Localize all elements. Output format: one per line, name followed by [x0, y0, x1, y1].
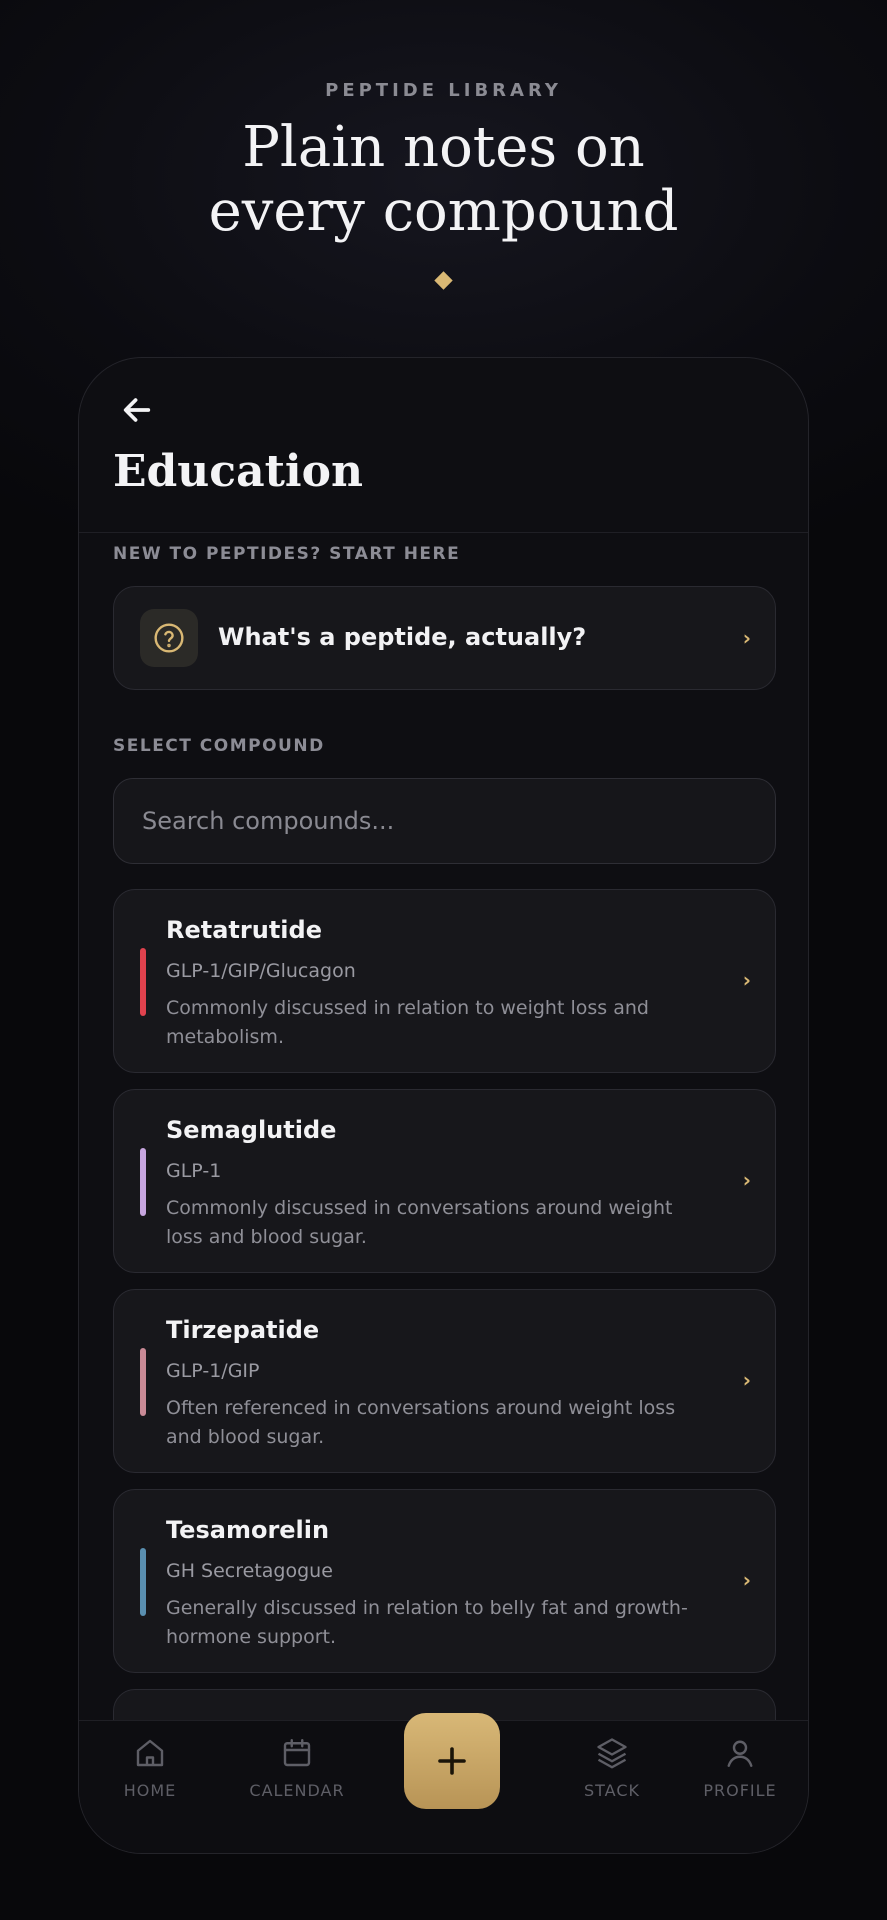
- nav-profile-label: PROFILE: [703, 1781, 777, 1800]
- bottom-nav: HOME CALENDAR STACK PROFILE: [79, 1713, 808, 1853]
- compound-name: Tirzepatide: [166, 1316, 320, 1344]
- compound-card-tesamorelin[interactable]: Tesamorelin GH Secretagogue Generally di…: [113, 1489, 776, 1673]
- back-button[interactable]: [117, 390, 157, 430]
- hero-headline: Plain notes on every compound: [0, 116, 887, 244]
- hero-headline-line-2: every compound: [208, 179, 679, 244]
- user-icon: [727, 1740, 753, 1767]
- compound-description: Often referenced in conversations around…: [166, 1397, 676, 1448]
- chevron-right-icon: ›: [742, 1568, 751, 1592]
- page-title: Education: [113, 446, 363, 497]
- hero-headline-line-1: Plain notes on: [242, 115, 645, 180]
- compound-card-tirzepatide[interactable]: Tirzepatide GLP-1/GIP Often referenced i…: [113, 1289, 776, 1473]
- nav-calendar-label: CALENDAR: [249, 1781, 345, 1800]
- compound-class: GH Secretagogue: [166, 1560, 333, 1582]
- phone-frame: Education NEW TO PEPTIDES? START HERE Wh…: [78, 357, 809, 1854]
- plus-icon: [438, 1747, 466, 1775]
- search-input[interactable]: [113, 778, 776, 864]
- add-button[interactable]: [404, 1713, 500, 1809]
- compound-name: Retatrutide: [166, 916, 322, 944]
- compound-class: GLP-1: [166, 1160, 222, 1182]
- chevron-right-icon: ›: [742, 626, 751, 650]
- compound-class: GLP-1/GIP: [166, 1360, 260, 1382]
- compound-description: Commonly discussed in conversations arou…: [166, 1197, 673, 1248]
- accent-bar: [140, 1548, 146, 1616]
- layers-icon: [597, 1738, 627, 1769]
- diamond-ornament-icon: [434, 271, 453, 290]
- compound-card-retatrutide[interactable]: Retatrutide GLP-1/GIP/Glucagon Commonly …: [113, 889, 776, 1073]
- nav-calendar[interactable]: CALENDAR: [232, 1721, 362, 1841]
- intro-card[interactable]: What's a peptide, actually? ›: [113, 586, 776, 690]
- nav-home-label: HOME: [123, 1781, 177, 1800]
- arrow-left-icon: [123, 398, 151, 422]
- intro-card-text: What's a peptide, actually?: [218, 623, 587, 651]
- nav-home[interactable]: HOME: [85, 1721, 215, 1841]
- accent-bar: [140, 1148, 146, 1216]
- home-icon: [136, 1739, 164, 1767]
- nav-stack-label: STACK: [583, 1781, 640, 1800]
- calendar-icon: [283, 1739, 311, 1767]
- compound-description: Generally discussed in relation to belly…: [166, 1597, 688, 1648]
- header-divider: [79, 532, 808, 533]
- compound-description: Commonly discussed in relation to weight…: [166, 997, 649, 1048]
- accent-bar: [140, 1348, 146, 1416]
- hero-eyebrow: PEPTIDE LIBRARY: [325, 80, 562, 101]
- question-circle-icon: [140, 609, 198, 667]
- compound-class: GLP-1/GIP/Glucagon: [166, 960, 356, 982]
- nav-profile[interactable]: PROFILE: [675, 1721, 805, 1841]
- chevron-right-icon: ›: [742, 968, 751, 992]
- compound-card-semaglutide[interactable]: Semaglutide GLP-1 Commonly discussed in …: [113, 1089, 776, 1273]
- compound-name: Semaglutide: [166, 1116, 337, 1144]
- intro-section-label: NEW TO PEPTIDES? START HERE: [113, 544, 461, 564]
- chevron-right-icon: ›: [742, 1168, 751, 1192]
- nav-stack[interactable]: STACK: [547, 1721, 677, 1841]
- compound-name: Tesamorelin: [166, 1516, 330, 1544]
- chevron-right-icon: ›: [742, 1368, 751, 1392]
- compound-section-label: SELECT COMPOUND: [113, 736, 325, 756]
- accent-bar: [140, 948, 146, 1016]
